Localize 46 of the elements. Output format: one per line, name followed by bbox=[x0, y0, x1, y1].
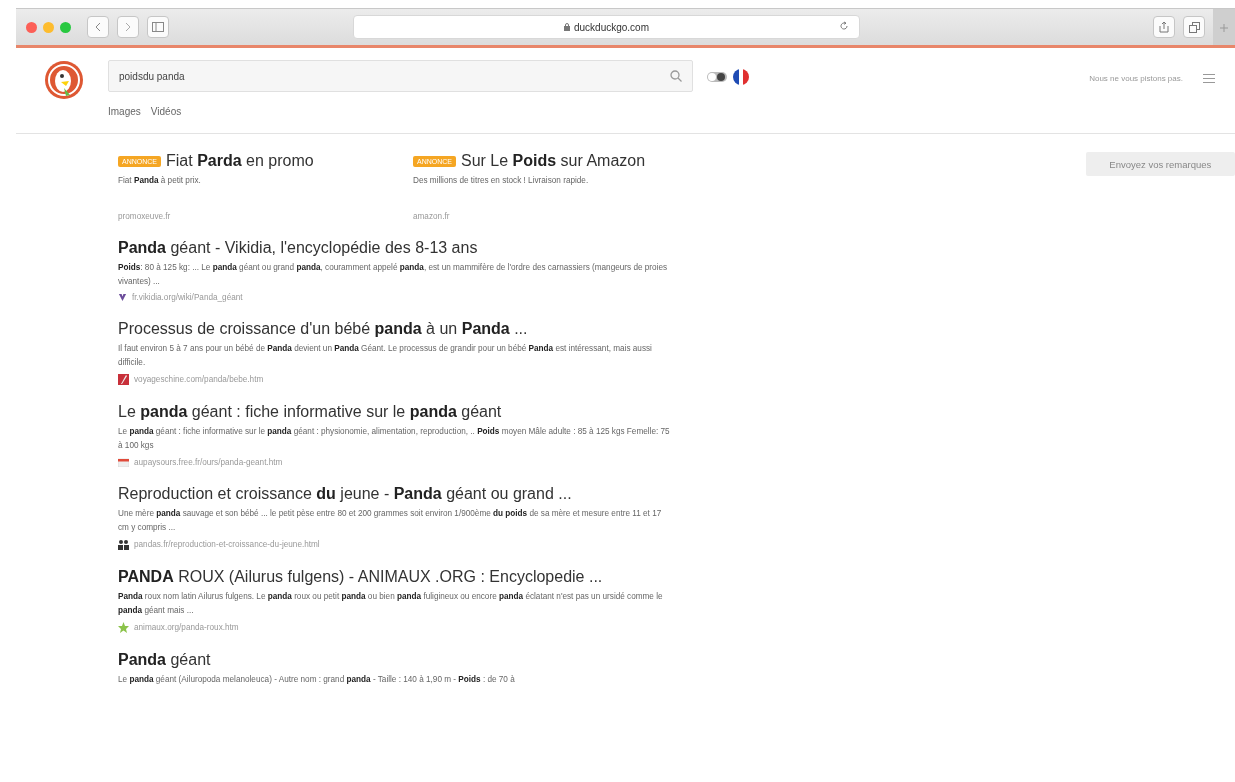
calendar-icon bbox=[118, 457, 129, 467]
result-snippet: Le panda géant (Ailuropoda melanoleuca) - Autre nom : grand panda - Taille : 140 à 1,90 m - Poids : de 70 à bbox=[118, 674, 516, 686]
search-icon[interactable] bbox=[670, 70, 682, 82]
result-title[interactable]: PANDA ROUX (Ailurus fulgens) - ANIMAUX .ORG : Encyclopedie ... bbox=[118, 568, 691, 586]
zoom-icon[interactable] bbox=[60, 21, 71, 33]
new-tab-button[interactable] bbox=[1213, 9, 1235, 45]
close-icon[interactable] bbox=[26, 21, 37, 33]
result-snippet: Une mère panda sauvage et son bébé ... le petit pèse entre 80 et 200 grammes soit environ 1/900ème du poids de sa mère et mesure entre 11 et 17 cm y compris ... bbox=[118, 508, 663, 534]
minimize-icon[interactable] bbox=[43, 21, 54, 33]
ad-title[interactable]: Sur Le Poids sur Amazon bbox=[461, 152, 646, 170]
paw-icon bbox=[118, 539, 129, 550]
sidebar-button[interactable] bbox=[147, 16, 169, 38]
result-title[interactable]: Panda géant bbox=[118, 651, 691, 669]
result-snippet: Panda roux nom latin Ailurus fulgens. Le panda roux ou petit panda ou bien panda fuligineux ou encore panda éclatant n'est pas un ursidé comme le panda géant mais ... bbox=[118, 591, 664, 617]
result-title[interactable]: Processus de croissance d'un bébé panda à un Panda ... bbox=[118, 320, 691, 338]
result-snippet: Il faut environ 5 à 7 ans pour un bébé de Panda devient un Panda Géant. Le processus de grandir pour un bébé Panda est intéressant, mais aussi difficile. bbox=[118, 343, 653, 369]
forward-button[interactable] bbox=[117, 16, 139, 38]
address-text: duckduckgo.com bbox=[573, 21, 649, 33]
result-title[interactable]: Le panda géant : fiche informative sur le panda géant bbox=[118, 403, 691, 421]
search-field[interactable]: poidsdu panda bbox=[108, 60, 693, 92]
ad-snippet: Fiat Panda à petit prix. bbox=[118, 175, 202, 187]
menu-icon[interactable] bbox=[1203, 74, 1215, 83]
tabs-button[interactable] bbox=[1183, 16, 1205, 38]
chevron-right-icon bbox=[125, 22, 131, 32]
tabs-icon bbox=[1188, 21, 1200, 33]
tagline: Nous ne vous pistons pas. bbox=[1089, 74, 1183, 83]
ad-snippet: Des millions de titres en stock ! Livraison rapide. bbox=[413, 175, 590, 187]
result-title[interactable]: Reproduction et croissance du jeune - Panda géant ou grand ... bbox=[118, 485, 691, 503]
chevron-left-icon bbox=[95, 22, 101, 32]
result-snippet: Le panda géant : fiche informative sur le panda géant : physionomie, alimentation, reproduction, .. Poids moyen Mâle adulte : 85 à 125 kgs Femelle: 75 à 100 kgs bbox=[118, 426, 671, 452]
reload-icon[interactable] bbox=[839, 21, 849, 31]
search-tab[interactable]: Images bbox=[108, 106, 141, 117]
back-button[interactable] bbox=[87, 16, 109, 38]
sidebar-icon bbox=[152, 22, 164, 32]
share-icon bbox=[1159, 21, 1169, 33]
lock-icon bbox=[563, 23, 570, 31]
result-snippet: Poids: 80 à 125 kg: ... Le panda géant ou grand panda, couramment appelé panda, est un mammifère de l'ordre des carnassiers (mangeurs de proies vivantes) ... bbox=[118, 262, 669, 288]
ad-title[interactable]: Fiat Parda en promo bbox=[166, 152, 314, 170]
search-tab[interactable]: Vidéos bbox=[150, 106, 182, 117]
address-bar[interactable]: duckduckgo.com bbox=[353, 15, 860, 39]
result-title[interactable]: Panda géant - Vikidia, l'encyclopédie des 8-13 ans bbox=[118, 239, 691, 257]
plus-icon bbox=[1220, 24, 1228, 32]
toggle-icon[interactable] bbox=[707, 72, 727, 82]
duck-logo[interactable] bbox=[44, 60, 84, 100]
v-icon bbox=[118, 293, 127, 302]
share-button[interactable] bbox=[1153, 16, 1175, 38]
